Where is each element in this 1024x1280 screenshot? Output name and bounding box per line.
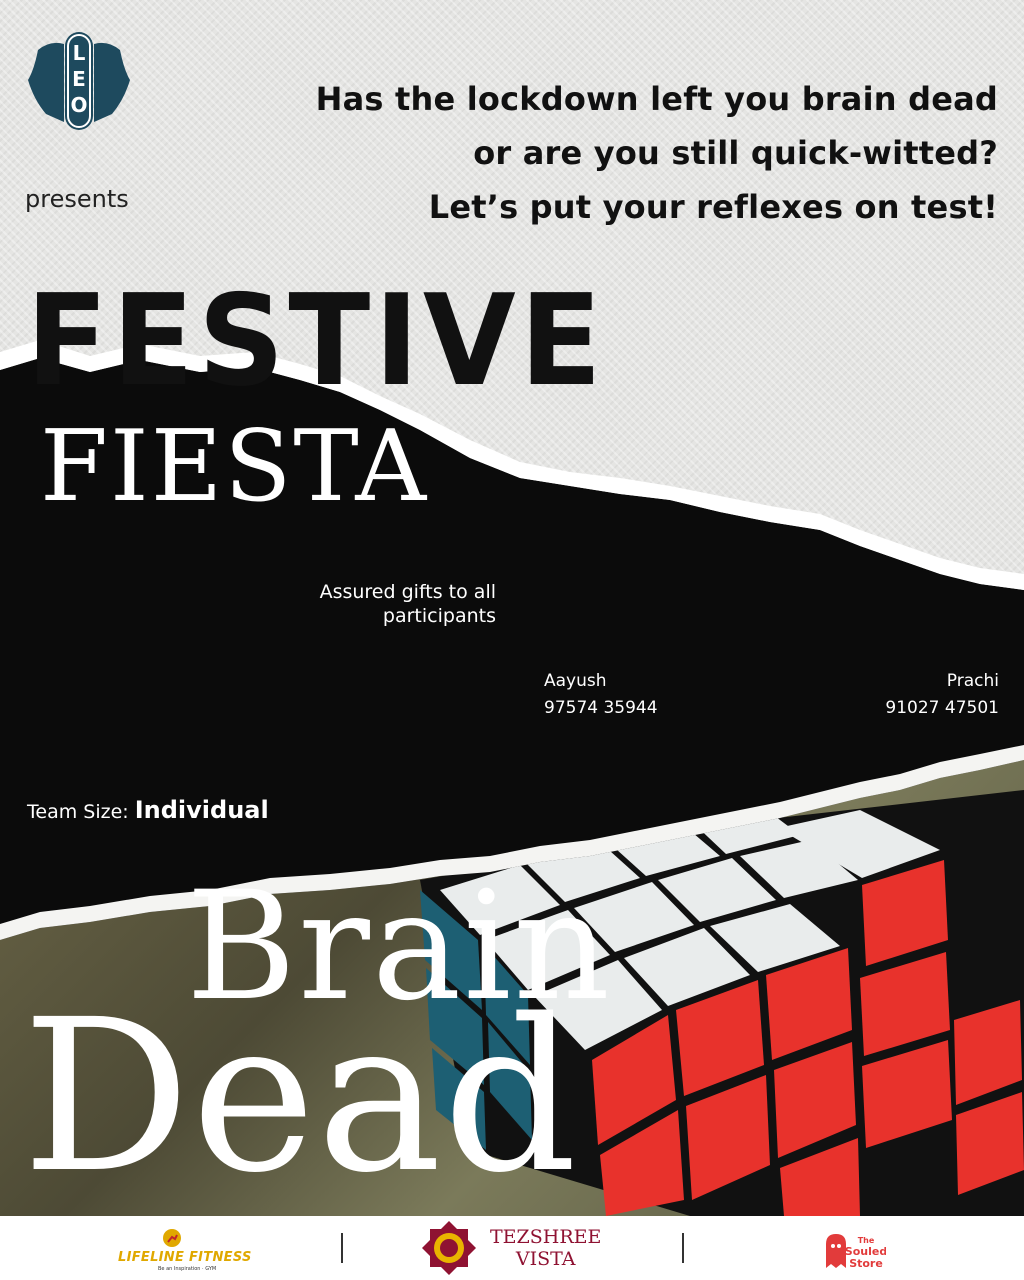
runner-icon xyxy=(163,1229,181,1247)
tezshree-vista-wordmark: TEZSHREE VISTA xyxy=(490,1226,601,1270)
headline: Has the lockdown left you brain dead or … xyxy=(316,72,998,234)
headline-line-2: or are you still quick-witted? xyxy=(473,134,998,172)
souled-store-logo: The Souled Store xyxy=(826,1234,886,1270)
tezshree-vista-emblem xyxy=(422,1221,476,1275)
poster: L E O presents Has the lockdown left you… xyxy=(0,0,1024,1280)
contact-phone: 97574 35944 xyxy=(544,698,658,718)
team-size-value: Individual xyxy=(134,796,269,824)
event-title-fiesta: FIESTA xyxy=(40,410,429,524)
assured-gifts-text: Assured gifts to all participants xyxy=(320,580,496,628)
assured-line-1: Assured gifts to all xyxy=(319,581,496,603)
event-title-festive: FESTIVE xyxy=(26,268,606,415)
title-dead: Dead xyxy=(22,974,579,1219)
contact-aayush: Aayush 97574 35944 xyxy=(544,668,658,722)
assured-line-2: participants xyxy=(382,605,496,627)
presents-label: presents xyxy=(25,185,129,213)
svg-text:The: The xyxy=(858,1236,875,1245)
leo-letter-l: L xyxy=(73,41,86,65)
lifeline-name: LIFELINE FITNESS xyxy=(118,1250,252,1265)
contact-name: Prachi xyxy=(946,671,999,691)
leo-letter-e: E xyxy=(72,67,86,91)
team-size-label: Team Size: xyxy=(27,801,129,823)
contact-name: Aayush xyxy=(544,671,607,691)
contact-prachi: Prachi 91027 47501 xyxy=(885,668,999,722)
leo-logo: L E O xyxy=(28,32,130,130)
contact-phone: 91027 47501 xyxy=(885,698,999,718)
tezshree-line-2: VISTA xyxy=(515,1248,576,1270)
lifeline-tagline: Be an Inspiration · GYM xyxy=(158,1266,217,1272)
headline-line-1: Has the lockdown left you brain dead xyxy=(315,80,998,118)
leo-letter-o: O xyxy=(70,93,87,117)
sponsor-divider xyxy=(682,1233,684,1263)
lifeline-fitness-logo: LIFELINE FITNESS Be an Inspiration · GYM xyxy=(118,1228,251,1272)
svg-text:Store: Store xyxy=(849,1257,883,1270)
headline-line-3: Let’s put your reflexes on test! xyxy=(428,188,998,226)
sponsor-divider xyxy=(341,1233,343,1263)
tezshree-line-1: TEZSHREE xyxy=(490,1226,602,1248)
team-size: Team Size: Individual xyxy=(27,796,269,824)
